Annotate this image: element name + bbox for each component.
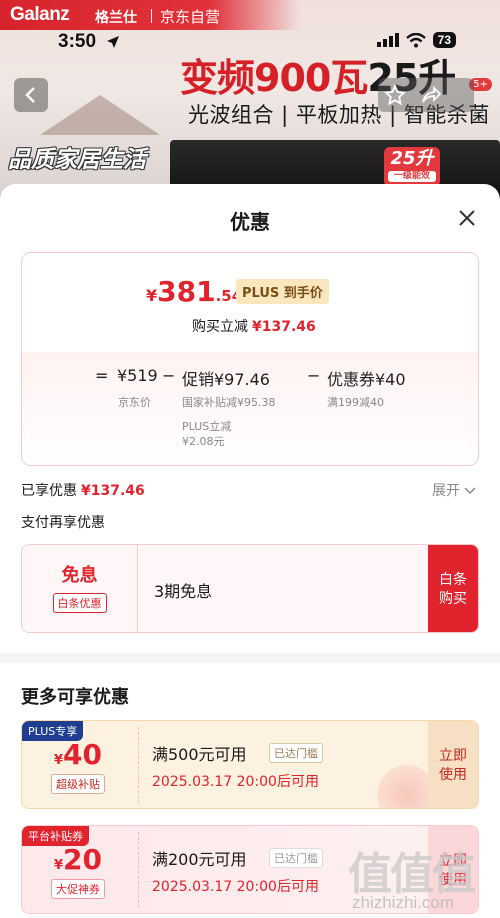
share-icon[interactable]	[420, 84, 442, 106]
product-banner: Galanz 格兰仕 京东自营 3:50 73 变频900瓦25升 5+ 光波组…	[0, 0, 500, 200]
signal-icon	[376, 33, 399, 47]
instant-discount-label: 购买立减	[192, 319, 248, 335]
store-label: 京东自营	[160, 8, 221, 26]
appliance-capacity-badge: 25升 一级能效	[384, 147, 440, 187]
more-discounts-title: 更多可享优惠	[21, 687, 129, 708]
plus-price-tag: PLUS 到手价	[236, 279, 329, 304]
coupon-type-tag: 大促神券	[51, 879, 105, 899]
coupon-type-tag: 超级补贴	[51, 774, 105, 794]
headline-red: 变频900瓦	[180, 56, 368, 100]
use-coupon-button[interactable]: 立即 使用	[428, 721, 478, 808]
baitiao-tag: 白条优惠	[52, 593, 107, 613]
enjoyed-label: 已享优惠	[21, 483, 77, 499]
price-breakdown-card: ¥381.54 PLUS 到手价 购买立减 ¥137.46 = ¥519 京东价 …	[21, 252, 479, 466]
coupon-valid-date: 2025.03.17 20:00后可用	[152, 879, 319, 895]
threshold-met-tag: 已达门槛	[269, 848, 323, 868]
instant-discount-amount: ¥137.46	[252, 319, 316, 335]
expand-label: 展开	[432, 483, 460, 499]
price-formula: = ¥519 京东价 − 促销¥97.46 国家补贴减¥95.38 PLUS立减…	[22, 352, 478, 465]
minus-sign: −	[307, 366, 321, 385]
enjoyed-amount: ¥137.46	[81, 483, 145, 499]
coupon-condition: 满200元可用	[152, 850, 247, 869]
use-button-line2: 使用	[439, 767, 467, 783]
sheet-title: 优惠	[230, 210, 270, 234]
close-icon[interactable]	[456, 207, 478, 229]
promo-amount: 促销¥97.46	[182, 370, 270, 389]
battery-indicator: 73	[432, 32, 456, 48]
brand-name-cn: 格兰仕	[95, 10, 137, 26]
brand-bar: Galanz 格兰仕 京东自营	[0, 0, 300, 30]
use-button-line1: 立即	[439, 748, 467, 764]
buy-button-line1: 白条	[439, 572, 467, 588]
interest-free-title: 免息	[61, 565, 98, 586]
favorite-star-icon[interactable]	[384, 84, 406, 106]
back-button[interactable]	[14, 78, 48, 112]
coupon-condition: 满199减40	[327, 396, 384, 409]
coupon-value: ¥40	[54, 738, 102, 771]
status-time: 3:50	[58, 31, 97, 52]
coupon-perforation	[138, 727, 139, 803]
coupon-valid-date: 2025.03.17 20:00后可用	[152, 774, 319, 790]
minus-sign: −	[162, 366, 176, 385]
buy-button-line2: 购买	[439, 591, 467, 607]
enjoyed-discount: 已享优惠 ¥137.46	[21, 480, 145, 500]
banner-slogan: 品质家居生活	[8, 147, 146, 173]
plus-discount-amount: ¥2.08元	[182, 435, 225, 448]
coupon-currency: ¥	[54, 753, 64, 768]
final-price: ¥381.54	[146, 275, 242, 308]
threshold-met-tag: 已达门槛	[269, 743, 323, 763]
coupon-value: ¥20	[54, 843, 102, 876]
coupon-currency: ¥	[54, 858, 64, 873]
equals-sign: =	[95, 366, 109, 385]
baitiao-card[interactable]: 免息 白条优惠 3期免息 白条 购买	[21, 544, 479, 633]
expand-button[interactable]: 展开	[432, 480, 476, 500]
final-price-section: ¥381.54 PLUS 到手价 购买立减 ¥137.46	[22, 253, 478, 352]
discount-sheet: 优惠 ¥381.54 PLUS 到手价 购买立减 ¥137.46 = ¥519 京…	[0, 184, 500, 918]
coupon-condition: 满500元可用	[152, 745, 247, 764]
brand-logo: Galanz	[10, 4, 70, 25]
wifi-icon	[405, 32, 426, 47]
baitiao-info: 免息 白条优惠	[22, 545, 138, 632]
pay-more-heading: 支付再享优惠	[21, 515, 105, 531]
brand-separator	[151, 9, 152, 23]
plus-discount-label: PLUS立减	[182, 420, 232, 433]
price-integer: 381	[157, 275, 216, 308]
jd-price-label: 京东价	[118, 396, 151, 409]
jd-price: ¥519	[117, 366, 158, 385]
status-icons: 73	[376, 32, 456, 48]
national-subsidy-text: 国家补贴减¥95.38	[182, 396, 276, 409]
instant-discount: 购买立减 ¥137.46	[192, 316, 316, 336]
coupon-perforation	[138, 832, 139, 908]
coupon-amount: 40	[63, 738, 103, 771]
energy-level-text: 一级能效	[388, 171, 436, 182]
installment-desc: 3期免息	[154, 582, 213, 601]
location-arrow-icon	[107, 36, 119, 48]
chevron-left-icon	[25, 87, 35, 103]
coupon-amount: 20	[63, 843, 103, 876]
banner-decoration	[40, 95, 160, 135]
coupon-card[interactable]: PLUS专享 ¥40 超级补贴 满500元可用 已达门槛 2025.03.17 …	[21, 720, 479, 809]
watermark-url: zhizhizhi.com	[352, 893, 455, 912]
coupon-amount: 优惠券¥40	[327, 370, 406, 389]
chevron-down-icon	[464, 487, 476, 495]
price-currency: ¥	[146, 286, 158, 305]
capacity-text: 25升	[390, 148, 434, 169]
baitiao-buy-button[interactable]: 白条 购买	[428, 545, 478, 632]
section-divider	[0, 653, 500, 663]
